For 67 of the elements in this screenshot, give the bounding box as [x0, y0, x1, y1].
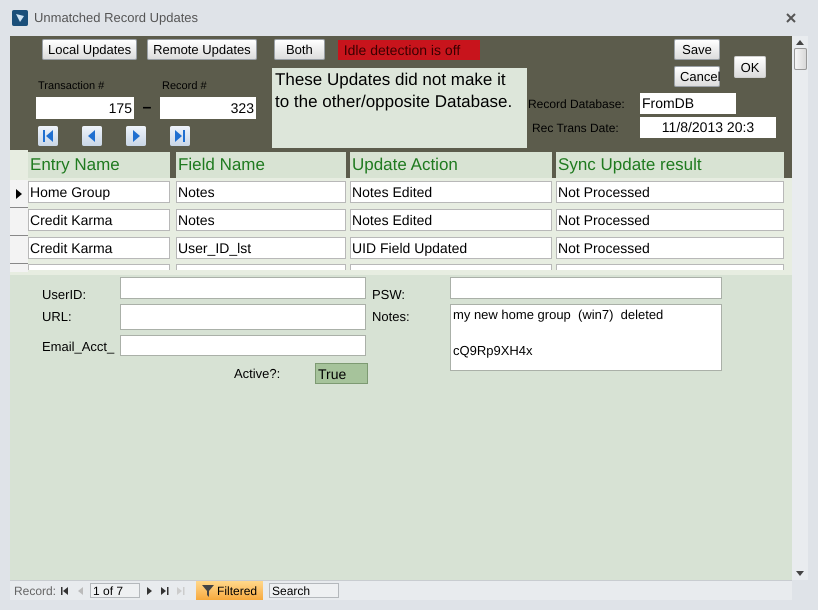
record-label: Record:	[14, 582, 56, 600]
table-cell: User_ID_lst	[176, 237, 346, 259]
table-cell: Notes Edited	[350, 209, 552, 231]
field-label: Rec Trans Date:	[531, 120, 620, 136]
field-label: URL:	[41, 308, 73, 326]
text-field[interactable]	[120, 335, 366, 356]
filtered-button[interactable]: Filtered	[196, 581, 264, 600]
current-record-icon	[16, 188, 22, 198]
field-label: Record #	[162, 79, 207, 94]
next-record-icon	[145, 586, 154, 594]
scrollbar[interactable]	[792, 36, 808, 580]
scroll-down-icon	[796, 571, 804, 576]
action-button[interactable]: Cancel	[674, 66, 720, 87]
table-cell: Home Group	[28, 181, 170, 203]
text-field[interactable]	[120, 277, 366, 299]
text-field[interactable]	[450, 277, 722, 299]
field-label: Email_Acct_	[41, 338, 116, 356]
column-header: Update Action	[350, 152, 552, 178]
table-cell: Not Processed	[556, 237, 784, 259]
range-separator: –	[142, 98, 152, 118]
field-label: Notes:	[372, 308, 411, 326]
text-field[interactable]: 11/8/2013 20:3	[640, 117, 776, 138]
last-record-button[interactable]	[170, 126, 190, 146]
filter-button[interactable]: Both	[274, 39, 325, 60]
new-record-icon	[177, 586, 186, 594]
column-header: Entry Name	[28, 152, 170, 178]
first-record-icon	[61, 586, 70, 594]
table-cell: Not Processed	[556, 181, 784, 203]
previous-record-icon	[77, 586, 86, 594]
record-position-field[interactable]: 1 of 7	[90, 583, 140, 598]
next-record-button[interactable]	[126, 126, 146, 146]
notes-field[interactable]: my new home group (win7) deleted cQ9Rp9XH4x	[450, 304, 722, 371]
message-box: These Updates did not make it to the other/opposite Database.	[272, 68, 527, 148]
field-label: Record Database:	[528, 96, 626, 112]
active-toggle[interactable]: True	[315, 363, 368, 384]
scroll-up-icon	[796, 40, 804, 45]
close-icon	[786, 13, 796, 23]
record-selector[interactable]	[10, 180, 28, 208]
text-field[interactable]	[120, 304, 366, 330]
scroll-thumb[interactable]	[794, 48, 806, 70]
field-label: Active?:	[234, 364, 282, 383]
table-cell: Notes Edited	[350, 181, 552, 203]
record-field[interactable]: 323	[160, 96, 256, 118]
idle-status-badge: Idle detection is off	[338, 40, 480, 60]
search-field[interactable]: Search	[269, 583, 340, 598]
column-header: Sync Update result	[556, 152, 784, 178]
table-cell: Notes	[176, 181, 346, 203]
window-title: Unmatched Record Updates	[34, 9, 198, 28]
funnel-icon	[202, 584, 214, 596]
column-header: Field Name	[176, 152, 346, 178]
first-record-button[interactable]	[38, 126, 58, 146]
table-cell: Not Processed	[556, 209, 784, 231]
field-label: UserID:	[41, 286, 88, 304]
table-cell: Credit Karma	[28, 237, 170, 259]
last-record-icon	[161, 586, 170, 594]
previous-record-button[interactable]	[82, 126, 102, 146]
table-cell: Notes	[176, 209, 346, 231]
transaction-field[interactable]: 175	[36, 96, 134, 118]
app-icon	[12, 10, 28, 26]
table-cell: UID Field Updated	[350, 237, 552, 259]
table-cell: Credit Karma	[28, 209, 170, 231]
action-button[interactable]: Save	[674, 39, 720, 60]
filter-button[interactable]: Remote Updates	[147, 39, 257, 60]
field-label: Transaction #	[38, 79, 106, 94]
field-label: PSW:	[372, 286, 406, 304]
text-field[interactable]: FromDB	[640, 93, 736, 114]
filter-button[interactable]: Local Updates	[42, 39, 138, 60]
